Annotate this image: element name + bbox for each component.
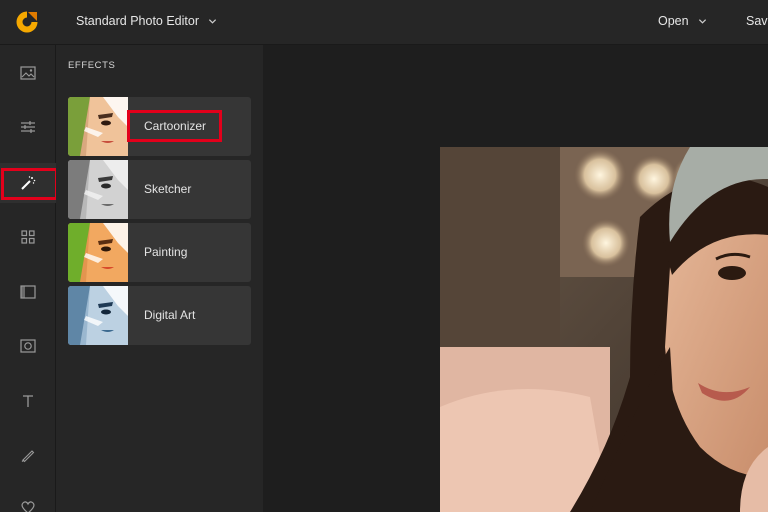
effect-label: Painting	[144, 245, 188, 259]
sliders-icon	[21, 121, 35, 133]
rail-item-image[interactable]	[0, 53, 56, 93]
effect-label: Digital Art	[144, 308, 196, 322]
save-button[interactable]: Save	[746, 14, 768, 28]
image-icon	[20, 66, 36, 80]
heart-icon	[21, 501, 35, 512]
brush-icon	[21, 450, 35, 463]
rail-item-overlays[interactable]	[0, 326, 56, 366]
effects-panel: EFFECTS Cartoonizer Sketcher Painting Di…	[56, 45, 263, 512]
panel-title: EFFECTS	[68, 60, 116, 71]
rail-item-text[interactable]	[0, 381, 56, 421]
rail-item-frames[interactable]	[0, 272, 56, 312]
frame-icon	[20, 285, 36, 299]
sketcher-thumbnail	[68, 160, 128, 219]
digital-art-thumbnail	[68, 286, 128, 345]
effect-card-sketcher[interactable]: Sketcher	[68, 160, 251, 219]
open-menu[interactable]: Open	[658, 14, 707, 28]
effect-card-painting[interactable]: Painting	[68, 223, 251, 282]
rail-item-draw[interactable]	[0, 435, 56, 475]
effect-label: Sketcher	[144, 182, 192, 196]
cartoonizer-thumbnail	[68, 97, 128, 156]
rail-item-collage[interactable]	[0, 217, 56, 257]
app-title-menu[interactable]: Standard Photo Editor	[76, 14, 217, 28]
rail-item-adjust[interactable]	[0, 107, 56, 147]
photo-preview[interactable]	[440, 147, 768, 512]
magic-wand-icon	[21, 176, 36, 190]
open-label: Open	[658, 14, 689, 28]
canvas-area	[263, 45, 768, 512]
app-logo-icon[interactable]	[15, 10, 39, 34]
tool-rail	[0, 45, 56, 512]
app-title: Standard Photo Editor	[76, 14, 199, 28]
chevron-down-icon	[698, 18, 706, 24]
rail-item-stickers[interactable]	[0, 487, 56, 512]
photo-editor-app: Standard Photo Editor Open Sav e	[0, 0, 768, 512]
top-bar: Standard Photo Editor Open Save	[0, 0, 768, 45]
rail-item-effects[interactable]	[0, 163, 56, 203]
painting-thumbnail	[68, 223, 128, 282]
effect-label: Cartoonizer	[144, 119, 207, 133]
grid-icon	[21, 230, 35, 244]
effect-card-cartoonizer[interactable]: Cartoonizer	[68, 97, 251, 156]
text-icon	[23, 395, 33, 407]
effect-card-digital-art[interactable]: Digital Art	[68, 286, 251, 345]
overlay-icon	[20, 339, 36, 353]
chevron-down-icon	[208, 18, 217, 24]
